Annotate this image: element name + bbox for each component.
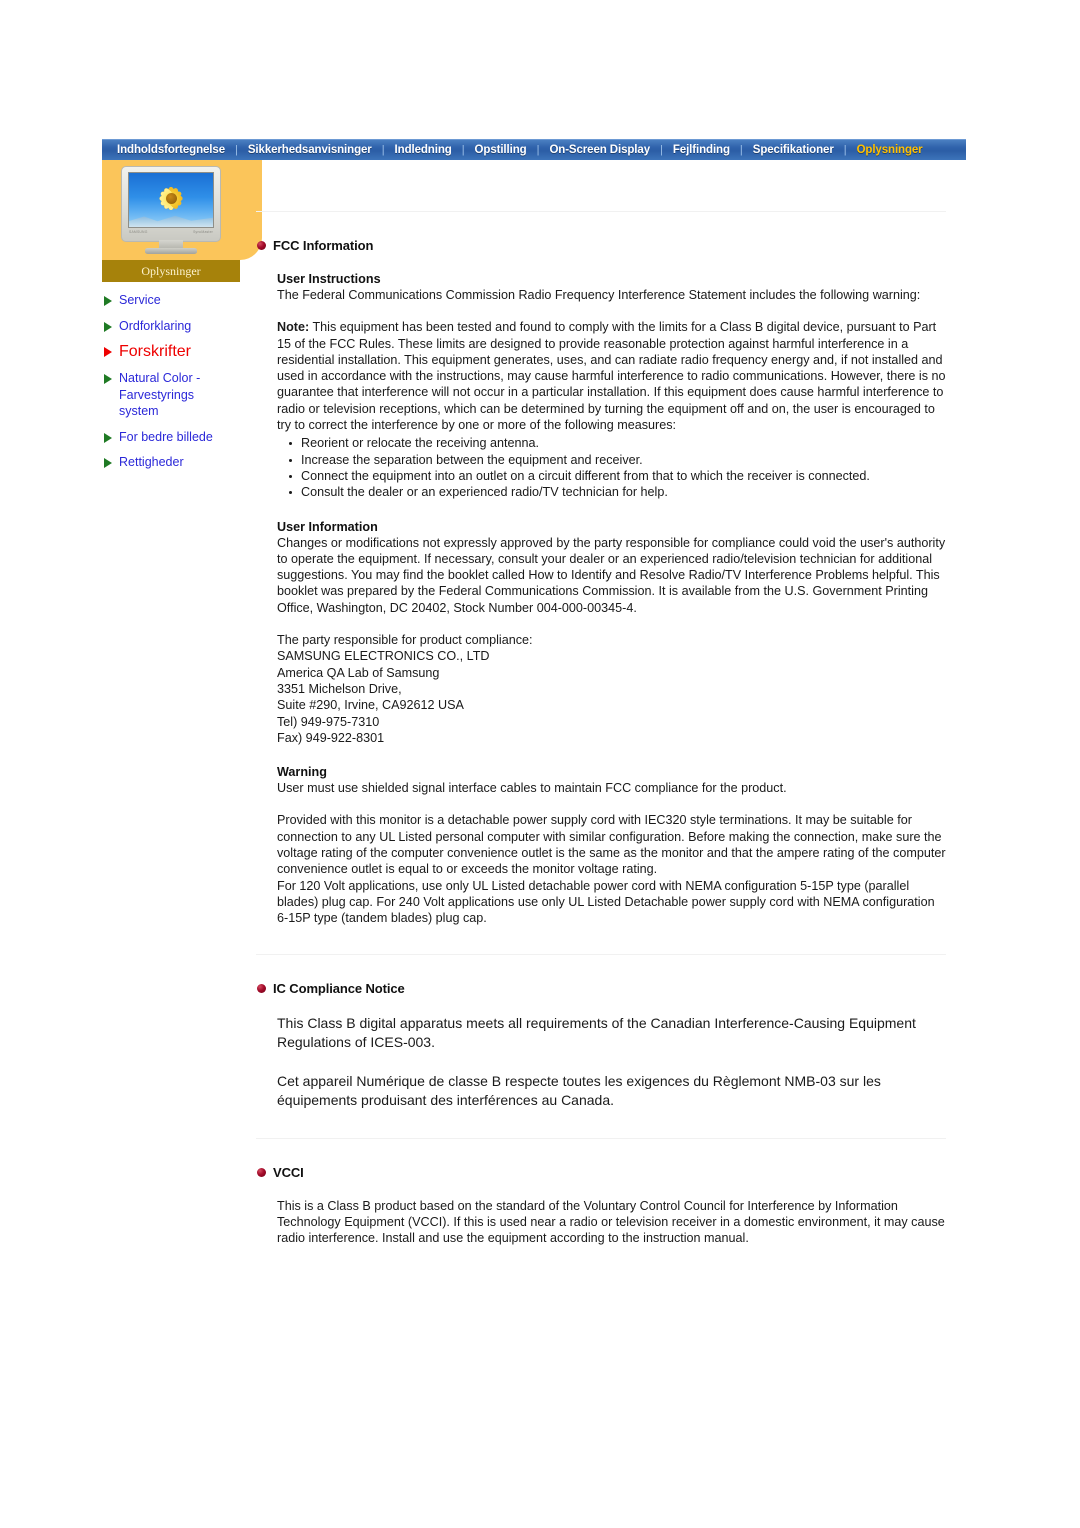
screen-landscape	[129, 215, 213, 227]
main-content: FCC Information User Instructions The Fe…	[256, 160, 946, 1246]
nav-item-specifikationer[interactable]: Specifikationer	[744, 140, 843, 161]
list-item: Reorient or relocate the receiving anten…	[287, 435, 946, 451]
address-line: Tel) 949-975-7310	[277, 714, 380, 729]
monitor-screen	[128, 172, 214, 228]
subheading-user-information: User Information	[277, 519, 378, 534]
sidebar-item-natural-color[interactable]: Natural Color - Farvestyrings system	[104, 370, 240, 420]
section-title: IC Compliance Notice	[273, 980, 405, 996]
paragraph-user-instructions: The Federal Communications Commission Ra…	[277, 288, 921, 302]
address-line: 3351 Michelson Drive,	[277, 681, 402, 696]
address-line: Suite #290, Irvine, CA92612 USA	[277, 698, 464, 713]
nav-item-indholdsfortegnelse[interactable]: Indholdsfortegnelse	[108, 140, 234, 161]
nav-item-indledning[interactable]: Indledning	[386, 140, 461, 161]
sidebar-item-rettigheder[interactable]: Rettigheder	[104, 454, 240, 471]
list-item: Increase the separation between the equi…	[287, 452, 946, 468]
nav-item-on-screen-display[interactable]: On-Screen Display	[540, 140, 659, 161]
address-line: The party responsible for product compli…	[277, 633, 533, 648]
section-header-vcci: VCCI	[256, 1165, 946, 1180]
list-item: Connect the equipment into an outlet on …	[287, 468, 946, 484]
section-title: VCCI	[273, 1164, 304, 1180]
paragraph-ic-english: This Class B digital apparatus meets all…	[277, 1014, 916, 1050]
sidebar-item-service[interactable]: Service	[104, 292, 240, 309]
sidebar-item-for-bedre-billede[interactable]: For bedre billede	[104, 429, 240, 446]
paragraph-power-cord: Provided with this monitor is a detachab…	[277, 813, 946, 877]
section-header-fcc: FCC Information	[256, 238, 946, 253]
address-line: Fax) 949-922-8301	[277, 730, 385, 745]
section-header-ic: IC Compliance Notice	[256, 981, 946, 996]
sidebar: SAMSUNG SyncMaster Oplysninger Service O…	[102, 160, 262, 480]
monitor-brand-right: SyncMaster	[193, 230, 213, 234]
sidebar-thumbnail-panel: SAMSUNG SyncMaster	[102, 160, 262, 260]
arrow-right-icon	[104, 296, 112, 306]
fcc-body: User Instructions The Federal Communicat…	[256, 271, 946, 927]
paragraph-ic-french: Cet appareil Numérique de classe B respe…	[277, 1072, 881, 1108]
section-title: FCC Information	[273, 238, 374, 253]
nav-item-fejlfinding[interactable]: Fejlfinding	[664, 140, 739, 161]
divider-top	[256, 211, 946, 212]
sidebar-thumbnail-caption: Oplysninger	[102, 260, 240, 282]
address-line: SAMSUNG ELECTRONICS CO., LTD	[277, 649, 490, 664]
sidebar-item-label: Service	[119, 293, 161, 307]
paragraph-warning: User must use shielded signal interface …	[277, 781, 787, 796]
sidebar-item-forskrifter[interactable]: Forskrifter	[104, 343, 240, 361]
arrow-right-icon	[104, 374, 112, 384]
monitor-brand-left: SAMSUNG	[129, 230, 148, 234]
sidebar-item-label: Natural Color - Farvestyrings system	[119, 371, 201, 418]
subheading-user-instructions: User Instructions	[277, 272, 381, 286]
paragraph-user-information: Changes or modifications not expressly a…	[277, 535, 946, 615]
bullet-dot-icon	[257, 983, 266, 993]
monitor-brand-row: SAMSUNG SyncMaster	[129, 230, 213, 234]
paragraph-power-cord-2: For 120 Volt applications, use only UL L…	[277, 878, 935, 926]
note-label: Note:	[277, 320, 310, 335]
measures-list: Reorient or relocate the receiving anten…	[277, 435, 946, 500]
subheading-warning: Warning	[277, 765, 327, 780]
monitor-illustration: SAMSUNG SyncMaster	[121, 166, 221, 254]
sidebar-item-label: Rettigheder	[119, 455, 184, 469]
top-navigation-bar: Indholdsfortegnelse | Sikkerhedsanvisnin…	[102, 139, 966, 160]
address-line: America QA Lab of Samsung	[277, 665, 440, 680]
monitor-stand-base	[145, 248, 197, 254]
compliance-address-block: The party responsible for product compli…	[277, 632, 946, 746]
nav-item-oplysninger[interactable]: Oplysninger	[848, 140, 932, 161]
divider-ic	[256, 953, 946, 955]
divider-vcci	[256, 1137, 946, 1139]
sidebar-item-label: For bedre billede	[119, 429, 213, 444]
bullet-dot-icon	[257, 241, 266, 250]
arrow-right-icon	[104, 432, 112, 443]
bullet-dot-icon	[257, 1167, 266, 1177]
sidebar-item-ordforklaring[interactable]: Ordforklaring	[104, 318, 240, 335]
note-body: This equipment has been tested and found…	[277, 320, 946, 433]
paragraph-note: Note: This equipment has been tested and…	[277, 319, 946, 433]
arrow-right-icon	[104, 347, 112, 357]
sunflower-core	[165, 193, 177, 205]
arrow-right-icon	[104, 458, 112, 468]
page-root: Indholdsfortegnelse | Sikkerhedsanvisnin…	[0, 0, 1080, 1528]
sidebar-item-label: Forskrifter	[119, 343, 191, 360]
sidebar-link-list: Service Ordforklaring Forskrifter Natura…	[102, 292, 240, 471]
paragraph-vcci: This is a Class B product based on the s…	[277, 1198, 945, 1246]
list-item: Consult the dealer or an experienced rad…	[287, 484, 946, 500]
sidebar-item-label: Ordforklaring	[119, 318, 192, 333]
nav-item-sikkerhedsanvisninger[interactable]: Sikkerhedsanvisninger	[239, 140, 381, 161]
nav-item-opstilling[interactable]: Opstilling	[466, 140, 536, 161]
arrow-right-icon	[104, 321, 112, 332]
